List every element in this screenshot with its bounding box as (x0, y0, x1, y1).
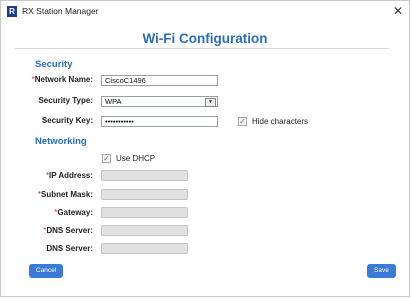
hide-characters-label: Hide characters (252, 117, 309, 126)
gateway-label-text: Gateway: (57, 208, 93, 217)
dns-server-2-input (101, 243, 188, 254)
ip-address-label: *IP Address: (1, 171, 93, 180)
app-logo-icon: R (7, 6, 17, 17)
gateway-label: *Gateway: (1, 208, 93, 217)
security-type-label: Security Type: (38, 96, 93, 105)
title-bar: R RX Station Manager ✕ (1, 1, 409, 23)
use-dhcp-checkbox[interactable]: ✓ (102, 154, 111, 163)
networking-section-title: Networking (35, 136, 87, 147)
ip-address-label-text: IP Address: (48, 171, 93, 180)
ip-address-input (101, 170, 188, 181)
security-key-label: Security Key: (41, 116, 93, 125)
subnet-mask-label: *Subnet Mask: (1, 190, 93, 199)
chevron-down-icon[interactable]: ▼ (205, 98, 216, 107)
dns-server-1-label: *DNS Server: (1, 226, 93, 235)
window-title: RX Station Manager (22, 6, 99, 16)
page-title: Wi-Fi Configuration (142, 31, 268, 46)
security-type-value: WPA (105, 97, 122, 106)
subnet-mask-input (101, 189, 188, 200)
security-section-title: Security (35, 59, 73, 70)
save-button[interactable]: Save (367, 264, 396, 278)
dns-server-1-input (101, 225, 188, 236)
dns-server-2-label: DNS Server: (46, 244, 93, 253)
cancel-button[interactable]: Cancel (29, 264, 64, 278)
security-key-input[interactable]: ••••••••••• (101, 116, 218, 127)
network-name-label: *Network Name: (1, 75, 93, 84)
gateway-input (101, 207, 188, 218)
divider (15, 48, 389, 49)
hide-characters-checkbox[interactable]: ✓ (238, 117, 247, 126)
network-name-input[interactable] (101, 75, 218, 86)
security-type-select[interactable]: WPA ▼ (101, 96, 218, 107)
dns-server-1-label-text: DNS Server: (46, 226, 93, 235)
close-icon[interactable]: ✕ (391, 4, 405, 18)
use-dhcp-label: Use DHCP (116, 154, 156, 163)
subnet-mask-label-text: Subnet Mask: (40, 190, 93, 199)
wifi-config-window: R RX Station Manager ✕ Wi-Fi Configurati… (0, 0, 410, 297)
network-name-label-text: Network Name: (34, 75, 93, 84)
